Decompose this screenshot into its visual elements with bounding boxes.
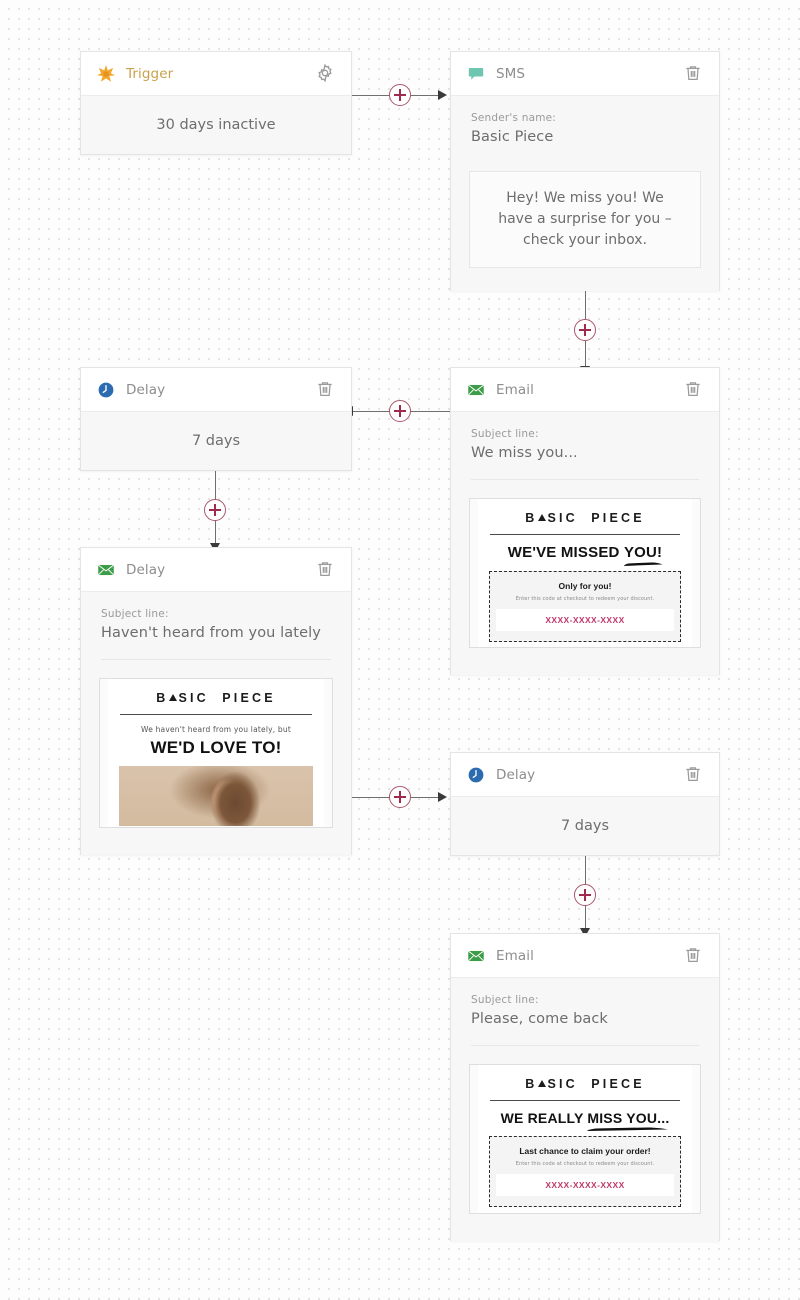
node-title: Delay bbox=[126, 381, 166, 398]
envelope-icon bbox=[467, 947, 485, 965]
node-body: Subject line: We miss you... B SIC PIECE … bbox=[451, 412, 719, 675]
coupon-code-box: XXXX-XXXX-XXXX bbox=[496, 609, 674, 631]
node-header: Email bbox=[451, 368, 719, 412]
trash-icon[interactable] bbox=[315, 559, 337, 581]
gear-icon[interactable] bbox=[315, 63, 337, 85]
node-header: Delay bbox=[451, 753, 719, 797]
coupon-title: Last chance to claim your order! bbox=[519, 1146, 651, 1156]
node-value: 7 days bbox=[451, 797, 719, 855]
coupon-code: XXXX-XXXX-XXXX bbox=[545, 1180, 625, 1190]
node-delay-2[interactable]: Delay 7 days bbox=[450, 752, 720, 856]
node-value: 30 days inactive bbox=[81, 96, 351, 154]
preview-brand: B SIC PIECE bbox=[525, 511, 645, 525]
node-sms[interactable]: SMS Sender's name: Basic Piece Hey! We m… bbox=[450, 51, 720, 291]
coupon-code: XXXX-XXXX-XXXX bbox=[545, 615, 625, 625]
node-title: Delay bbox=[496, 766, 536, 783]
speech-bubble-icon bbox=[467, 65, 485, 83]
connector-arrow-right bbox=[438, 792, 447, 802]
node-header: Trigger bbox=[81, 52, 351, 96]
preview-kicker: We haven't heard from you lately, but bbox=[141, 725, 291, 734]
preview-headline: WE REALLY MISS YOU... bbox=[500, 1110, 670, 1126]
subject-line-label: Subject line: bbox=[101, 608, 169, 620]
sms-message-preview: Hey! We miss you! We have a surprise for… bbox=[469, 171, 701, 268]
connector-arrow-right bbox=[438, 90, 447, 100]
subject-line-value: Haven't heard from you lately bbox=[101, 625, 321, 641]
email-preview[interactable]: B SIC PIECE We haven't heard from you lat… bbox=[99, 678, 333, 828]
envelope-icon bbox=[97, 561, 115, 579]
node-header: Delay bbox=[81, 368, 351, 412]
coupon-subtext: Enter this code at checkout to redeem yo… bbox=[515, 596, 655, 602]
add-step-button[interactable] bbox=[389, 400, 411, 422]
coupon-title: Only for you! bbox=[558, 581, 612, 591]
node-title: Email bbox=[496, 947, 534, 964]
preview-brand: B SIC PIECE bbox=[525, 1077, 645, 1091]
node-trigger[interactable]: Trigger 30 days inactive bbox=[80, 51, 352, 155]
envelope-icon bbox=[467, 381, 485, 399]
preview-coupon: Last chance to claim your order! Enter t… bbox=[489, 1136, 681, 1207]
node-email-2[interactable]: Delay Subject line: Haven't heard from y… bbox=[80, 547, 352, 855]
node-title: Email bbox=[496, 381, 534, 398]
trash-icon[interactable] bbox=[683, 63, 705, 85]
node-body: Sender's name: Basic Piece Hey! We miss … bbox=[451, 96, 719, 291]
node-body: Subject line: Haven't heard from you lat… bbox=[81, 592, 351, 855]
trash-icon[interactable] bbox=[683, 764, 705, 786]
add-step-button[interactable] bbox=[389, 84, 411, 106]
trash-icon[interactable] bbox=[315, 379, 337, 401]
node-value: 7 days bbox=[81, 412, 351, 470]
preview-photo bbox=[119, 766, 313, 826]
email-preview[interactable]: B SIC PIECE WE REALLY MISS YOU... Last ch… bbox=[469, 1064, 701, 1214]
node-email-1[interactable]: Email Subject line: We miss you... B SIC … bbox=[450, 367, 720, 675]
node-body: Subject line: Please, come back B SIC PIE… bbox=[451, 978, 719, 1241]
subject-line-value: Please, come back bbox=[471, 1011, 608, 1027]
node-title: Trigger bbox=[126, 65, 174, 82]
sender-name-label: Sender's name: bbox=[471, 112, 557, 124]
node-header: Email bbox=[451, 934, 719, 978]
add-step-button[interactable] bbox=[574, 319, 596, 341]
node-email-3[interactable]: Email Subject line: Please, come back BS… bbox=[450, 933, 720, 1241]
trash-icon[interactable] bbox=[683, 379, 705, 401]
divider bbox=[101, 659, 331, 660]
coupon-code-box: XXXX-XXXX-XXXX bbox=[496, 1174, 674, 1196]
sender-name-value: Basic Piece bbox=[471, 129, 554, 145]
subject-line-label: Subject line: bbox=[471, 994, 539, 1006]
preview-rule bbox=[490, 534, 680, 535]
divider bbox=[471, 479, 699, 480]
preview-headline: WE'D LOVE TO! bbox=[150, 738, 282, 757]
subject-line-value: We miss you... bbox=[471, 445, 578, 461]
subject-line-label: Subject line: bbox=[471, 428, 539, 440]
clock-icon bbox=[467, 766, 485, 784]
preview-rule bbox=[490, 1100, 680, 1101]
add-step-button[interactable] bbox=[204, 499, 226, 521]
email-preview[interactable]: B SIC PIECE WE'VE MISSED YOU! Only for yo… bbox=[469, 498, 701, 648]
node-title: Delay bbox=[126, 561, 166, 578]
node-header: SMS bbox=[451, 52, 719, 96]
node-header: Delay bbox=[81, 548, 351, 592]
add-step-button[interactable] bbox=[389, 786, 411, 808]
preview-coupon: Only for you! Enter this code at checkou… bbox=[489, 571, 681, 642]
node-title: SMS bbox=[496, 65, 526, 82]
preview-brand: B SIC PIECE bbox=[156, 691, 276, 705]
workflow-canvas: Trigger 30 days inactive SMS Sender's na… bbox=[0, 0, 800, 1300]
preview-rule bbox=[120, 714, 312, 715]
node-delay-1[interactable]: Delay 7 days bbox=[80, 367, 352, 471]
preview-headline: WE'VE MISSED YOU! bbox=[507, 544, 663, 561]
divider bbox=[471, 1045, 699, 1046]
add-step-button[interactable] bbox=[574, 884, 596, 906]
coupon-subtext: Enter this code at checkout to redeem yo… bbox=[515, 1161, 655, 1167]
starburst-icon bbox=[97, 64, 115, 83]
clock-icon bbox=[97, 381, 115, 399]
trash-icon[interactable] bbox=[683, 945, 705, 967]
